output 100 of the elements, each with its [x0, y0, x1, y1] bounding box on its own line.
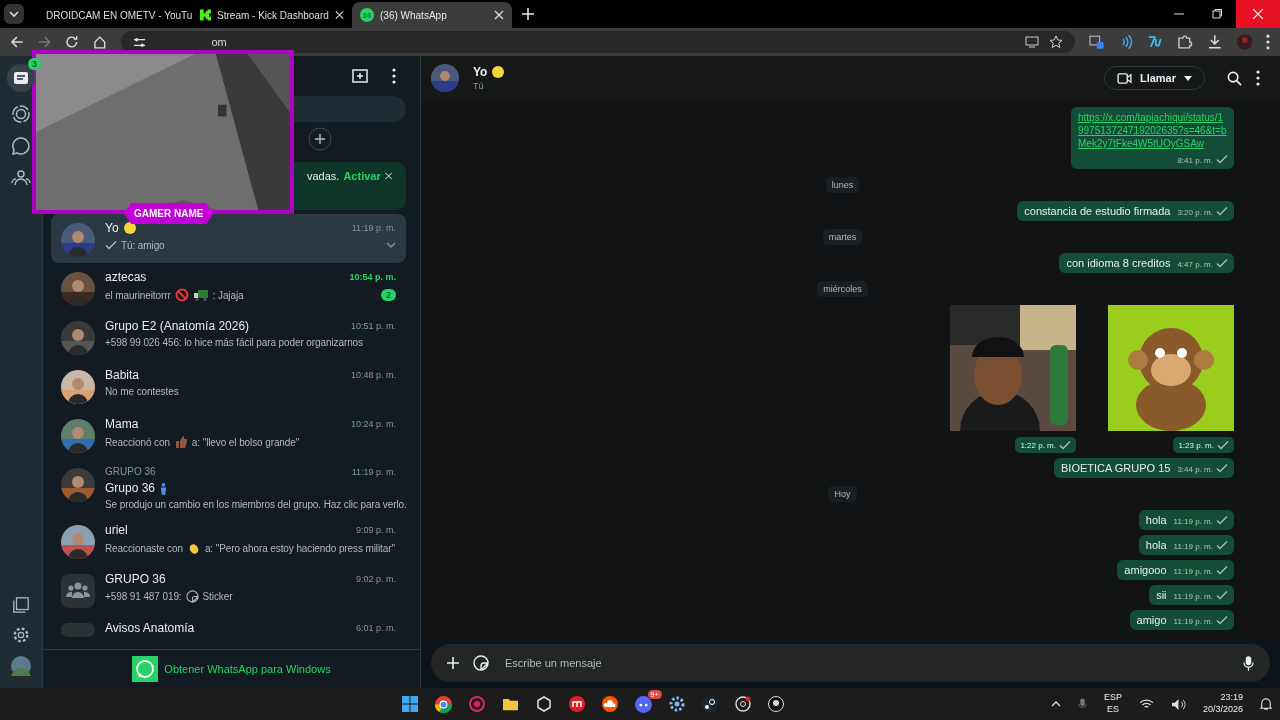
chat-item[interactable]: Avisos Anatomía 6:01 p. m. — [51, 614, 406, 643]
chat-item[interactable]: Babita 10:48 p. m. No me contestes — [51, 361, 406, 410]
menu-icon[interactable] — [1266, 34, 1270, 50]
extension-icon[interactable] — [1088, 34, 1105, 50]
cube-icon[interactable] — [535, 696, 552, 712]
date-divider: miércoles — [817, 281, 868, 297]
star-icon[interactable] — [1048, 35, 1063, 49]
add-filter-icon[interactable] — [308, 127, 332, 151]
menu-icon[interactable] — [1256, 70, 1260, 86]
check-icon — [1216, 257, 1228, 269]
unread-badge: 2 — [381, 289, 396, 301]
puzzle-icon[interactable] — [1177, 34, 1193, 50]
contact-status: Tú — [473, 81, 485, 91]
clock[interactable]: 23:19 20/3/2026 — [1202, 692, 1243, 716]
chat-time: 11:19 p. m. — [351, 466, 396, 477]
person-icon — [159, 481, 169, 495]
tab-list-icon[interactable] — [4, 4, 24, 24]
back-icon[interactable] — [10, 35, 24, 49]
message-link[interactable]: https://x.com/tapiachiqui/status/1997513724719202635?s=46&t=bMek2y7tFke4W5tUOyGSAw — [1078, 111, 1228, 150]
settings-icon[interactable] — [12, 626, 30, 644]
chat-item[interactable]: GRUPO 36 11:19 p. m. Grupo 36 Se produjo un cambio en los miembros del grupo. Haz clic para verlo. — [51, 459, 406, 516]
start-icon[interactable] — [401, 696, 418, 712]
chat-item[interactable]: uriel 9:09 p. m. Reaccionaste con a: "Pero ahora estoy haciendo press militar" — [51, 516, 406, 565]
chat-item[interactable]: Mama 10:24 p. m. Reaccionó con a: "llevo el bolso grande" — [51, 410, 406, 459]
forward-icon[interactable] — [37, 35, 52, 49]
restore-icon[interactable] — [1212, 9, 1222, 19]
new-chat-icon[interactable] — [352, 68, 368, 84]
settings-icon[interactable] — [668, 696, 685, 712]
close-icon — [1253, 9, 1263, 19]
check-icon — [1216, 564, 1228, 576]
chat-time: 10:24 p. m. — [350, 419, 396, 429]
game-controller-icon[interactable] — [634, 695, 652, 713]
prohibited-icon — [174, 288, 189, 302]
sticker-icon — [185, 590, 199, 603]
browser-icon[interactable] — [434, 695, 452, 713]
reload-icon[interactable] — [65, 35, 79, 49]
browser-tab[interactable]: 36 (36) WhatsApp — [352, 2, 512, 28]
chat-time: 9:09 p. m. — [355, 525, 396, 535]
activate-link[interactable]: Activar — [343, 170, 381, 182]
group-avatar-icon — [61, 574, 95, 608]
cloud-icon[interactable] — [601, 696, 618, 712]
profile-avatar-icon[interactable] — [11, 656, 31, 676]
chat-name: Babita — [105, 368, 140, 382]
menu-icon[interactable] — [392, 68, 396, 84]
install-app-icon[interactable] — [1024, 35, 1039, 49]
app-icon[interactable] — [568, 696, 585, 712]
close-icon[interactable] — [334, 10, 344, 20]
chat-time: 10:48 p. m. — [350, 370, 396, 380]
extension-icon[interactable] — [1147, 34, 1164, 50]
browser-tab[interactable]: Stream - Kick Dashboard — [192, 2, 352, 28]
check-icon — [1216, 153, 1228, 165]
close-icon[interactable] — [494, 10, 504, 20]
tab-title: Stream - Kick Dashboard — [217, 9, 329, 21]
chat-item[interactable]: aztecas 10:54 p. m. el maurineitorrr : Jajaja 2 — [51, 263, 406, 312]
sticker-icon[interactable] — [473, 655, 489, 671]
message-time: 11:19 p. m. — [1173, 617, 1213, 626]
wifi-icon[interactable] — [1138, 698, 1154, 710]
folder-icon[interactable] — [501, 696, 519, 712]
channels-icon[interactable] — [11, 136, 31, 156]
message-text: sii — [1156, 589, 1167, 601]
search-icon[interactable] — [1227, 70, 1242, 86]
check-icon — [1216, 539, 1228, 551]
aperture-icon[interactable] — [734, 696, 751, 712]
chat-item[interactable]: Grupo E2 (Anatomía 2026) 10:51 p. m. +598 99 026 456: lo hice más fácil para poder organizarnos — [51, 312, 406, 361]
check-icon — [1216, 462, 1228, 474]
unread-badge: 3 — [28, 58, 41, 70]
media-icon[interactable] — [12, 596, 30, 614]
download-icon[interactable] — [1206, 34, 1223, 50]
speaker-icon[interactable] — [1170, 697, 1186, 711]
status-icon[interactable] — [11, 104, 31, 124]
steam-icon[interactable] — [701, 696, 718, 712]
message-preview: +598 91 487 019: — [105, 591, 182, 602]
group-name: GRUPO 36 — [105, 466, 156, 477]
check-icon — [1216, 514, 1228, 526]
microphone-icon[interactable] — [1243, 655, 1254, 671]
address-bar[interactable]: om — [120, 31, 1075, 53]
contact-name: Yo — [473, 65, 488, 79]
message-text: con idioma 8 creditos — [1066, 257, 1171, 269]
browser-tab[interactable]: DROIDCAM EN OMETV - YouTu — [32, 2, 192, 28]
chat-name: Mama — [105, 417, 139, 431]
message-field[interactable]: Escribe un mensaje — [431, 644, 1270, 682]
video-camera-icon — [1116, 72, 1132, 84]
new-tab-icon[interactable] — [522, 8, 534, 20]
date-divider: lunes — [825, 177, 860, 193]
get-app-link[interactable]: Obtener WhatsApp para Windows — [132, 656, 331, 682]
notification-bell-icon[interactable] — [1260, 697, 1272, 711]
message-time: 3:20 p. m. — [1177, 208, 1213, 217]
plus-icon[interactable] — [447, 657, 459, 669]
close-icon[interactable] — [384, 170, 392, 182]
check-icon — [1059, 439, 1071, 451]
home-icon[interactable] — [92, 35, 107, 49]
language-indicator[interactable]: ESP ES — [1103, 692, 1122, 716]
check-icon — [1217, 439, 1229, 451]
chevron-down-icon[interactable] — [386, 242, 396, 248]
message-input[interactable]: Escribe un mensaje — [503, 656, 1229, 670]
chat-item[interactable]: GRUPO 36 9:02 p. m. +598 91 487 019: Sticker — [51, 565, 406, 614]
site-settings-icon[interactable] — [132, 35, 146, 49]
chat-name: Grupo E2 (Anatomía 2026) — [105, 319, 250, 333]
chevron-up-icon[interactable] — [1050, 701, 1061, 707]
communities-icon[interactable] — [11, 168, 31, 188]
